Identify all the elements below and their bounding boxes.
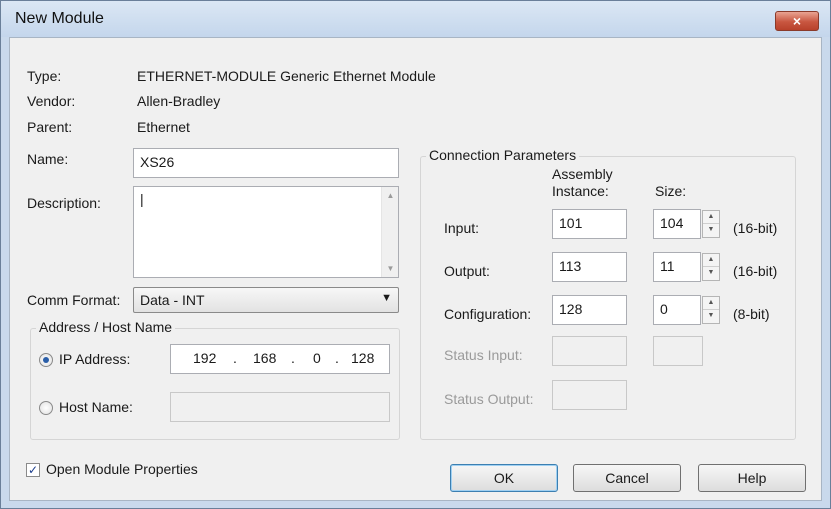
scroll-down-icon[interactable]: ▼ <box>382 260 399 277</box>
spin-up-icon: ▲ <box>703 297 719 310</box>
output-instance-field[interactable]: 113 <box>552 252 627 282</box>
window-title: New Module <box>15 10 104 27</box>
input-instance-field[interactable]: 101 <box>552 209 627 239</box>
name-input[interactable]: XS26 <box>133 148 399 178</box>
address-group-label: Address / Host Name <box>36 319 176 335</box>
spin-down-icon: ▼ <box>707 269 715 276</box>
type-label: Type: <box>27 68 62 84</box>
status-input-field <box>552 336 627 366</box>
ip-address-radio[interactable] <box>39 353 53 367</box>
output-row-label: Output: <box>444 263 490 279</box>
ip-octet-2: 168 <box>253 350 277 366</box>
host-name-input[interactable] <box>170 392 390 422</box>
parent-value: Ethernet <box>137 119 190 135</box>
input-size-stepper[interactable]: ▲ ▼ <box>702 210 720 238</box>
assembly-header-line1: Assembly <box>552 166 613 182</box>
type-value: ETHERNET-MODULE Generic Ethernet Module <box>137 68 436 84</box>
ip-octet-1: 192 <box>193 350 217 366</box>
chevron-down-icon: ▼ <box>381 292 392 304</box>
ip-address-input[interactable]: 192 . 168 . 0 . 128 <box>170 344 390 374</box>
description-label: Description: <box>27 195 101 211</box>
status-output-label: Status Output: <box>444 391 534 407</box>
configuration-instance-field[interactable]: 128 <box>552 295 627 325</box>
configuration-size-field[interactable]: 0 <box>653 295 701 325</box>
help-button[interactable]: Help <box>698 464 806 492</box>
vendor-value: Allen-Bradley <box>137 93 221 109</box>
title-bar: New Module × <box>1 1 830 37</box>
text-cursor: | <box>140 191 144 207</box>
output-size-stepper[interactable]: ▲ ▼ <box>702 253 720 281</box>
parent-label: Parent: <box>27 119 73 135</box>
host-name-radio[interactable] <box>39 401 53 415</box>
input-size-field[interactable]: 104 <box>653 209 701 239</box>
vendor-label: Vendor: <box>27 93 76 109</box>
new-module-dialog: New Module × Type: ETHERNET-MODULE Gener… <box>0 0 831 509</box>
open-module-properties-label: Open Module Properties <box>46 461 198 477</box>
spin-up-icon: ▲ <box>703 211 719 224</box>
status-input-size-field <box>653 336 703 366</box>
ip-octet-4: 128 <box>351 350 375 366</box>
ok-button[interactable]: OK <box>450 464 558 492</box>
comm-format-select[interactable]: Data - INT ▼ <box>133 287 399 313</box>
spin-down-icon: ▼ <box>707 226 715 233</box>
configuration-row-label: Configuration: <box>444 306 532 322</box>
spin-up-icon: ▲ <box>703 254 719 267</box>
description-scrollbar[interactable]: ▲ ▼ <box>381 187 398 277</box>
ip-octet-3: 0 <box>313 350 321 366</box>
cancel-button[interactable]: Cancel <box>573 464 681 492</box>
configuration-size-unit: (8-bit) <box>733 306 770 322</box>
assembly-header-line2: Instance: <box>552 183 609 199</box>
ip-dot-icon: . <box>291 350 295 366</box>
size-header: Size: <box>655 183 687 199</box>
ip-dot-icon: . <box>335 350 339 366</box>
output-size-unit: (16-bit) <box>733 263 778 279</box>
input-row-label: Input: <box>444 220 480 236</box>
status-output-field <box>552 380 627 410</box>
host-name-label: Host Name: <box>59 399 133 415</box>
close-icon[interactable]: × <box>775 11 819 31</box>
status-input-label: Status Input: <box>444 347 523 363</box>
ip-dot-icon: . <box>233 350 237 366</box>
input-size-unit: (16-bit) <box>733 220 778 236</box>
open-module-properties-checkbox[interactable]: ✓ <box>26 463 40 477</box>
configuration-size-stepper[interactable]: ▲ ▼ <box>702 296 720 324</box>
ip-address-label: IP Address: <box>59 351 131 367</box>
comm-format-value: Data - INT <box>140 292 205 308</box>
dialog-body: Type: ETHERNET-MODULE Generic Ethernet M… <box>9 37 822 501</box>
scroll-up-icon[interactable]: ▲ <box>382 187 399 204</box>
output-size-field[interactable]: 11 <box>653 252 701 282</box>
name-label: Name: <box>27 151 69 167</box>
description-textarea[interactable]: | ▲ ▼ <box>133 186 399 278</box>
spin-down-icon: ▼ <box>707 312 715 319</box>
comm-format-label: Comm Format: <box>27 292 121 308</box>
connection-parameters-label: Connection Parameters <box>426 147 580 163</box>
